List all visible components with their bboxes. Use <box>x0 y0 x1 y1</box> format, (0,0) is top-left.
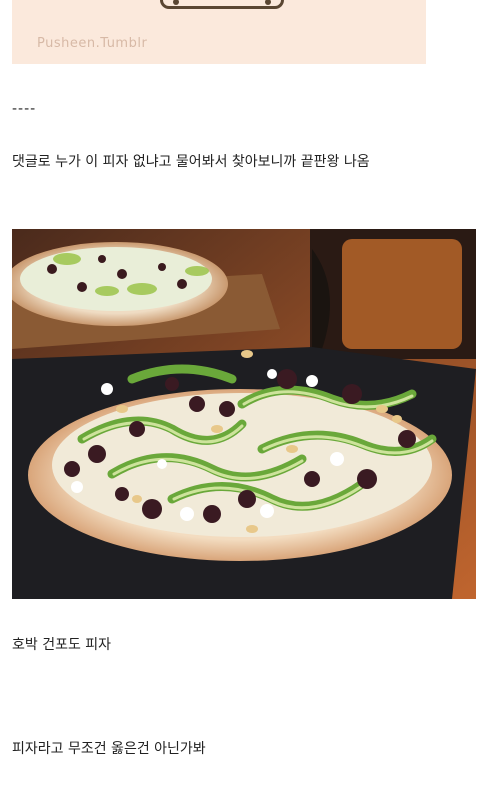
comic-image: Pusheen.Tumblr <box>12 0 426 64</box>
divider-text: ---- <box>12 101 37 117</box>
comic-watermark: Pusheen.Tumblr <box>37 36 148 51</box>
post-text-line-1: 댓글로 누가 이 피자 없냐고 물어봐서 찾아보니까 끝판왕 나옴 <box>12 154 370 170</box>
post-text-line-2: 호박 건포도 피자 <box>12 637 112 653</box>
comic-drawing <box>160 0 284 9</box>
post-text-line-3: 피자라고 무조건 옳은건 아닌가봐 <box>12 741 206 757</box>
pizza-photo <box>12 229 476 599</box>
post-page: Pusheen.Tumblr ---- 댓글로 누가 이 피자 없냐고 물어봐서… <box>0 0 482 799</box>
